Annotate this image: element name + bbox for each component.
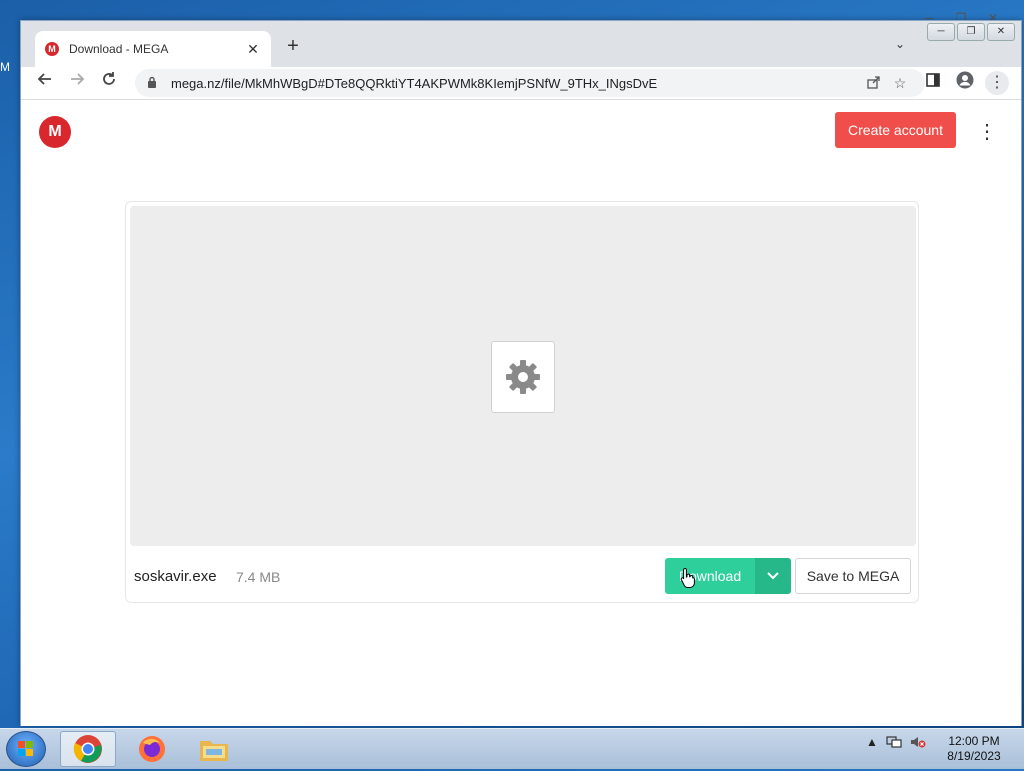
windows-taskbar: ▲ 12:00 PM 8/19/2023 (0, 728, 1024, 769)
close-window-button[interactable]: ✕ (987, 23, 1015, 41)
gear-icon (506, 360, 540, 394)
page-menu-icon[interactable]: ⋮ (977, 120, 997, 144)
side-panel-icon[interactable] (921, 71, 945, 95)
forward-arrow-icon[interactable] (65, 71, 89, 95)
folder-icon (200, 741, 228, 761)
download-options-chevron-icon[interactable] (755, 558, 791, 594)
tab-title: Download - MEGA (69, 42, 169, 56)
windows-logo-icon (18, 741, 33, 756)
profile-avatar-icon[interactable] (953, 71, 977, 95)
url-text[interactable]: mega.nz/file/MkMhWBgD#DTe8QQRktiYT4AKPWM… (171, 76, 861, 91)
network-icon[interactable] (886, 735, 902, 749)
file-card: soskavir.exe 7.4 MB Download Save to MEG… (125, 201, 919, 603)
taskbar-chrome-button[interactable] (60, 731, 116, 767)
tab-bar: M Download - MEGA ✕ + ⌄ ─ ❐ ✕ (21, 21, 1021, 67)
download-button[interactable]: Download (665, 558, 755, 594)
minimize-button[interactable]: ─ (927, 23, 955, 41)
clock-time: 12:00 PM (948, 734, 1000, 748)
system-tray: ▲ (866, 735, 926, 749)
restore-button[interactable]: ❐ (957, 23, 985, 41)
tray-expand-icon[interactable]: ▲ (866, 735, 878, 749)
back-arrow-icon[interactable] (33, 71, 57, 95)
browser-menu-icon[interactable]: ⋮ (985, 71, 1009, 95)
hand-cursor-icon (680, 567, 695, 588)
file-type-thumbnail (491, 341, 555, 413)
mega-download-page: M Create account ⋮ soskavir.exe 7.4 MB D… (21, 100, 1021, 726)
lock-icon[interactable] (147, 76, 161, 91)
window-controls: ─ ❐ ✕ (927, 23, 1015, 41)
taskbar-file-explorer-button[interactable] (186, 731, 242, 767)
clock-date: 8/19/2023 (947, 749, 1001, 763)
chrome-icon (73, 735, 102, 763)
file-size: 7.4 MB (236, 569, 281, 585)
browser-toolbar: mega.nz/file/MkMhWBgD#DTe8QQRktiYT4AKPWM… (21, 67, 1021, 100)
tab-search-chevron-icon[interactable]: ⌄ (895, 37, 905, 51)
create-account-button[interactable]: Create account (835, 112, 956, 148)
file-name: soskavir.exe (134, 568, 217, 585)
start-button[interactable] (6, 731, 46, 767)
reload-icon[interactable] (97, 71, 121, 95)
browser-window: M Download - MEGA ✕ + ⌄ ─ ❐ ✕ mega.nz/fi… (20, 20, 1022, 726)
share-icon[interactable] (861, 75, 887, 92)
file-preview-area (130, 206, 916, 546)
firefox-icon (139, 736, 165, 762)
bookmark-star-icon[interactable]: ☆ (887, 75, 913, 92)
taskbar-firefox-button[interactable] (124, 731, 180, 767)
new-tab-button[interactable]: + (283, 35, 303, 58)
tab-download-mega[interactable]: M Download - MEGA ✕ (35, 31, 271, 67)
mega-favicon-icon: M (45, 42, 59, 56)
desktop-edge-label: M (0, 60, 10, 74)
address-bar[interactable]: mega.nz/file/MkMhWBgD#DTe8QQRktiYT4AKPWM… (135, 69, 925, 97)
system-clock[interactable]: 12:00 PM 8/19/2023 (936, 734, 1012, 764)
volume-muted-icon[interactable] (910, 735, 926, 749)
tab-close-icon[interactable]: ✕ (245, 41, 261, 58)
save-to-mega-button[interactable]: Save to MEGA (795, 558, 911, 594)
mega-logo[interactable]: M (39, 116, 71, 148)
